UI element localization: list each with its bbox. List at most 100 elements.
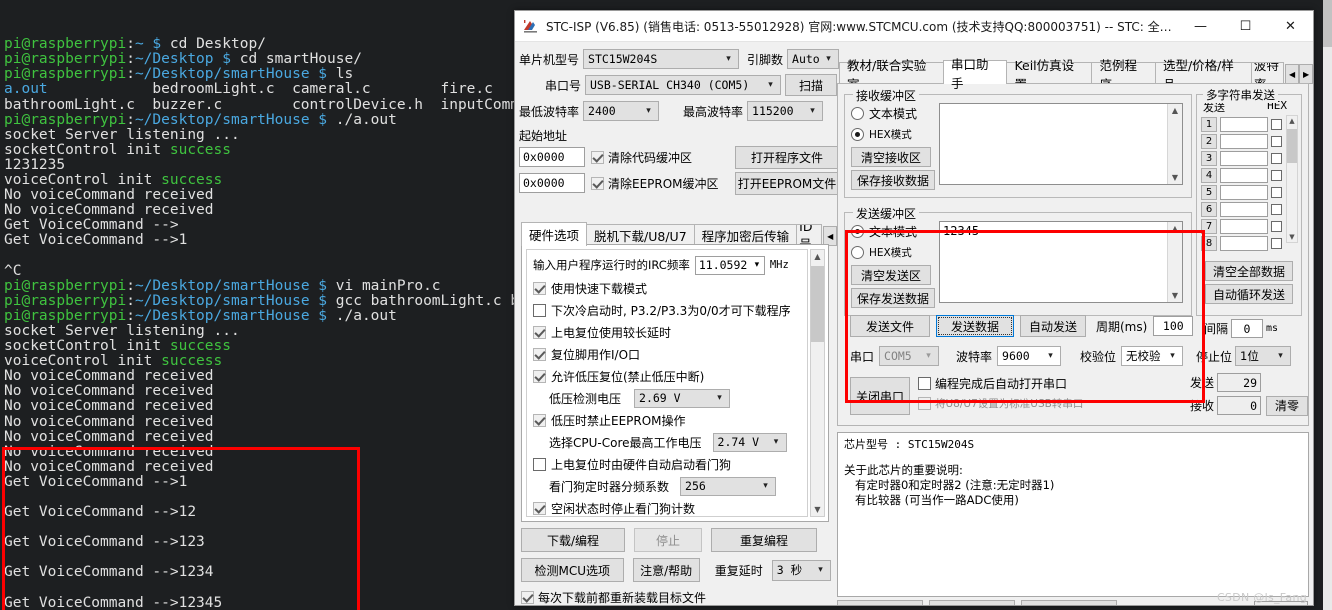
reload-before-download-checkbox[interactable]: 每次下载前都重新装载目标文件	[521, 589, 831, 605]
maximize-button[interactable]: ☐	[1223, 11, 1268, 42]
low-voltage-detect-select[interactable]: 2.69 V ▾	[634, 388, 731, 408]
stc-isp-window[interactable]: STC-ISP (V6.85) (销售电话: 0513-55012928) 官网…	[514, 10, 1314, 606]
scroll-down-icon[interactable]: ▼	[814, 503, 820, 516]
clear-counters-button[interactable]: 清零	[1266, 395, 1309, 416]
multi-send-button-8[interactable]: 8	[1201, 236, 1217, 251]
parity-select[interactable]: 无校验 ▾	[1121, 346, 1184, 366]
tab-keil-simulation[interactable]: Keil仿真设置	[1006, 58, 1093, 92]
scroll-up-icon[interactable]: ▲	[814, 250, 820, 263]
code-start-address-input[interactable]: 0x0000	[519, 147, 585, 167]
publish-project-help-button[interactable]: 发布项目帮助	[929, 600, 1015, 605]
tab-hardware-options[interactable]: 硬件选项	[521, 222, 588, 246]
tab-encrypted-transfer[interactable]: 程序加密后传输	[693, 224, 798, 246]
repeat-delay-select[interactable]: 3 秒 ▾	[771, 559, 831, 581]
interval-input[interactable]: 0	[1231, 319, 1264, 338]
terminal-scrollbar[interactable]	[1323, 0, 1332, 610]
repeat-program-button[interactable]: 重复编程	[711, 528, 817, 552]
eeprom-lowvolt-option[interactable]: 低压时禁止EEPROM操作	[527, 409, 807, 431]
min-baud-select[interactable]: 2400 ▾	[583, 101, 660, 121]
send-scrollbar[interactable]: ▲ ▼	[1167, 222, 1182, 302]
multi-send-button-1[interactable]: 1	[1201, 117, 1217, 132]
send-text-mode-radio[interactable]: 文本模式	[851, 221, 937, 242]
receive-text-mode-radio[interactable]: 文本模式	[851, 103, 935, 124]
multi-hex-checkbox-4[interactable]	[1271, 170, 1282, 181]
tab-scroll-right-icon[interactable]: ▶	[1299, 64, 1313, 84]
multi-send-button-3[interactable]: 3	[1201, 151, 1217, 166]
terminal-scrollbar-thumb[interactable]	[1323, 0, 1332, 47]
multi-send-button-7[interactable]: 7	[1201, 219, 1217, 234]
idle-stop-watchdog-option[interactable]: 空闲状态时停止看门狗计数	[527, 497, 807, 519]
hardware-option-1[interactable]: 下次冷启动时, P3.2/P3.3为0/0才可下载程序	[527, 299, 807, 321]
multi-hex-checkbox-1[interactable]	[1271, 119, 1282, 130]
multi-scroll-thumb[interactable]	[1287, 129, 1297, 163]
multi-hex-checkbox-3[interactable]	[1271, 153, 1282, 164]
hardware-option-2[interactable]: 上电复位使用较长延时	[527, 321, 807, 343]
tab-baud-rate[interactable]: 波特率	[1250, 62, 1285, 84]
clear-send-button[interactable]: 清空发送区	[851, 265, 931, 285]
read-disk-serial-button[interactable]: 读取本机硬盘号	[1021, 600, 1117, 605]
scroll-down-icon[interactable]: ▼	[1172, 289, 1178, 302]
stop-bits-select[interactable]: 1位 ▾	[1235, 346, 1292, 366]
hardware-options-scrollbar[interactable]: ▲ ▼	[810, 249, 825, 517]
minimize-button[interactable]: —	[1178, 11, 1223, 42]
serial-port-select[interactable]: USB-SERIAL CH340 (COM5) ▾	[585, 75, 781, 95]
multi-send-input-7[interactable]	[1220, 219, 1268, 234]
beep-checkbox[interactable]: 提示音	[1133, 603, 1186, 605]
irc-frequency-select[interactable]: 11.0592 ▾	[694, 255, 765, 275]
multi-hex-checkbox-8[interactable]	[1271, 238, 1282, 249]
mcu-type-select[interactable]: STC15W204S ▾	[583, 49, 739, 69]
send-data-button[interactable]: 发送数据	[936, 315, 1014, 337]
clear-receive-button[interactable]: 清空接收区	[851, 147, 931, 167]
detect-mcu-options-button[interactable]: 检测MCU选项	[521, 558, 624, 582]
clear-eeprom-buffer-checkbox[interactable]: 清除EEPROM缓冲区	[591, 175, 719, 192]
multi-send-input-6[interactable]	[1220, 202, 1268, 217]
multi-send-button-6[interactable]: 6	[1201, 202, 1217, 217]
auto-loop-send-button[interactable]: 自动循环发送	[1205, 284, 1293, 304]
receive-hex-mode-radio[interactable]: HEX模式	[851, 124, 935, 145]
save-send-button[interactable]: 保存发送数据	[851, 288, 935, 308]
send-period-input[interactable]: 100	[1153, 316, 1194, 336]
hardware-scroll-thumb[interactable]	[811, 266, 824, 342]
multi-send-input-3[interactable]	[1220, 151, 1268, 166]
open-eeprom-file-button[interactable]: 打开EEPROM文件	[735, 171, 839, 195]
multi-hex-checkbox-7[interactable]	[1271, 221, 1282, 232]
multi-send-button-5[interactable]: 5	[1201, 185, 1217, 200]
multi-string-scrollbar[interactable]: ▲ ▼	[1286, 115, 1298, 243]
hardware-option-3[interactable]: 复位脚用作I/O口	[527, 343, 807, 365]
tab-serial-assistant[interactable]: 串口助手	[942, 57, 1008, 91]
download-program-button[interactable]: 下载/编程	[521, 528, 625, 552]
publish-project-program-button[interactable]: 发布项目程序	[837, 600, 923, 605]
multi-hex-checkbox-2[interactable]	[1271, 136, 1282, 147]
scroll-up-icon[interactable]: ▲	[1172, 104, 1178, 117]
multi-send-input-8[interactable]	[1220, 236, 1268, 251]
multi-hex-checkbox-6[interactable]	[1271, 204, 1282, 215]
tab-offline-download[interactable]: 脱机下载/U8/U7	[586, 224, 695, 246]
tab-scroll-left-icon[interactable]: ◀	[1285, 64, 1300, 84]
help-button[interactable]: 注意/帮助	[632, 558, 700, 582]
receive-scrollbar[interactable]: ▲ ▼	[1167, 104, 1182, 184]
watchdog-divider-select[interactable]: 256 ▾	[680, 476, 777, 496]
clear-code-buffer-checkbox[interactable]: 清除代码缓冲区	[591, 149, 692, 166]
assistant-baud-select[interactable]: 9600 ▾	[997, 346, 1062, 366]
save-receive-button[interactable]: 保存接收数据	[851, 170, 935, 190]
close-port-button[interactable]: 关闭串口	[850, 377, 910, 415]
multi-send-input-5[interactable]	[1220, 185, 1268, 200]
scroll-up-icon[interactable]: ▲	[1172, 222, 1178, 235]
close-button[interactable]: ✕	[1268, 11, 1313, 42]
auto-open-port-checkbox[interactable]: 编程完成后自动打开串口	[918, 373, 1083, 393]
tab-example-programs[interactable]: 范例程序	[1091, 58, 1156, 92]
multi-send-button-4[interactable]: 4	[1201, 168, 1217, 183]
tab-scroll-left-icon[interactable]: ◀	[823, 226, 838, 246]
multi-send-button-2[interactable]: 2	[1201, 134, 1217, 149]
receive-buffer-textarea[interactable]: ▲ ▼	[939, 103, 1183, 185]
tab-selection-price[interactable]: 选型/价格/样品	[1154, 58, 1252, 92]
multi-send-input-1[interactable]	[1220, 117, 1268, 132]
scroll-down-icon[interactable]: ▼	[1287, 233, 1297, 241]
right-tab-scroll-buttons[interactable]: ◀ ▶	[1285, 64, 1313, 84]
tab-teaching-lab[interactable]: 教材/联合实验室	[839, 58, 944, 92]
send-file-button[interactable]: 发送文件	[850, 315, 930, 337]
title-bar[interactable]: STC-ISP (V6.85) (销售电话: 0513-55012928) 官网…	[515, 11, 1313, 42]
multi-send-input-2[interactable]	[1220, 134, 1268, 149]
open-program-file-button[interactable]: 打开程序文件	[735, 145, 839, 169]
multi-send-input-4[interactable]	[1220, 168, 1268, 183]
